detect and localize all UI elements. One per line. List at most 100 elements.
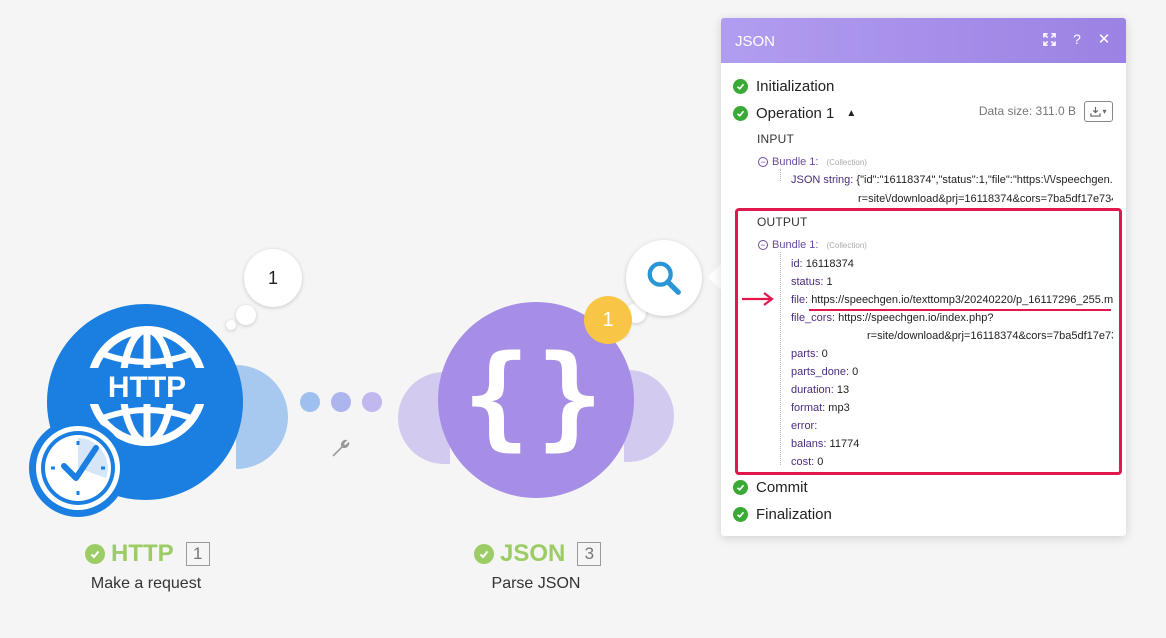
bundle-type: (Collection) xyxy=(826,157,867,167)
connection-dot xyxy=(362,392,382,412)
check-icon xyxy=(85,544,105,564)
json-module-subtitle: Parse JSON xyxy=(491,575,581,592)
json-module-title: JSON 3 xyxy=(474,540,602,568)
collapse-icon[interactable]: − xyxy=(758,157,768,167)
close-icon[interactable]: ✕ xyxy=(1094,29,1114,49)
output-field-file-cors-cont: r=site/download&prj=16118374&cors=7ba5df… xyxy=(867,330,1113,342)
bubble-tail-medium xyxy=(236,305,256,325)
field-value: https://speechgen.io/texttomp3/20240220/… xyxy=(811,294,1113,306)
expand-icon[interactable] xyxy=(1039,29,1059,49)
tree-connector xyxy=(780,169,781,181)
field-key: cost: xyxy=(791,456,815,468)
operations-count: 1 xyxy=(602,308,614,331)
http-module-handle[interactable] xyxy=(236,365,288,469)
output-field-cost: cost: 0 xyxy=(791,456,1111,468)
module-id: 3 xyxy=(577,542,602,566)
panel-title: JSON xyxy=(735,33,776,50)
output-field-duration: duration: 13 xyxy=(791,384,1111,396)
module-id: 1 xyxy=(185,542,210,566)
operations-count-badge[interactable]: 1 xyxy=(584,296,632,344)
stage-label: Finalization xyxy=(756,506,832,523)
download-button[interactable]: ▾ xyxy=(1084,101,1113,122)
field-value: r=site/download&prj=16118374&cors=7ba5df… xyxy=(867,330,1113,342)
field-value: 0 xyxy=(817,456,824,468)
output-bundle[interactable]: − Bundle 1: (Collection) xyxy=(758,239,867,251)
search-icon xyxy=(647,261,681,295)
collapse-icon[interactable]: − xyxy=(758,240,768,250)
file-underline xyxy=(809,309,1111,311)
field-value: 11774 xyxy=(829,438,860,450)
output-field-id: id: 16118374 xyxy=(791,258,1111,270)
panel-header: JSON ? ✕ xyxy=(721,18,1126,63)
check-icon xyxy=(733,480,748,495)
download-icon xyxy=(1090,106,1102,117)
field-value: 13 xyxy=(836,384,850,396)
tree-connector xyxy=(780,252,781,465)
inspect-bubble[interactable] xyxy=(626,240,702,316)
output-field-parts-done: parts_done: 0 xyxy=(791,366,1111,378)
bubble-tail-small xyxy=(226,320,236,330)
field-value: 1 xyxy=(826,276,833,288)
check-icon xyxy=(733,507,748,522)
check-icon xyxy=(474,544,494,564)
stage-label: Operation 1 xyxy=(756,105,835,122)
check-icon xyxy=(733,79,748,94)
connection-dot xyxy=(300,392,320,412)
clock-icon[interactable] xyxy=(28,418,128,518)
collapse-arrow-icon[interactable]: ▲ xyxy=(846,108,856,119)
http-module-title: HTTP 1 xyxy=(85,540,210,568)
field-value: r=site\/download&prj=16118374&cors=7ba5d… xyxy=(858,193,1113,205)
chevron-down-icon: ▾ xyxy=(1102,107,1107,116)
operations-count-bubble[interactable]: 1 xyxy=(244,249,302,307)
field-value: 16118374 xyxy=(805,258,854,270)
field-key: duration: xyxy=(791,384,834,396)
module-name: HTTP xyxy=(111,540,174,567)
output-field-file-cors: file_cors: https://speechgen.io/index.ph… xyxy=(791,312,1113,324)
stage-finalization[interactable]: Finalization xyxy=(733,506,832,523)
check-icon xyxy=(733,106,748,121)
panel-pointer xyxy=(708,264,721,290)
field-key: id: xyxy=(791,258,803,270)
field-key: JSON string: xyxy=(791,174,854,186)
field-value: 0 xyxy=(852,366,859,378)
arrow-right-icon xyxy=(742,292,774,306)
json-string-line1: JSON string: {"id":"16118374","status":1… xyxy=(791,174,1113,186)
json-inspector-panel: JSON ? ✕ Initialization Operation 1 ▲ Da… xyxy=(721,18,1126,536)
field-value: 0 xyxy=(821,348,828,360)
field-key: file: xyxy=(791,294,809,306)
svg-text:HTTP: HTTP xyxy=(108,371,186,404)
field-key: error: xyxy=(791,420,818,432)
field-key: parts: xyxy=(791,348,819,360)
field-value: mp3 xyxy=(828,402,850,414)
output-label: OUTPUT xyxy=(757,215,808,229)
input-bundle[interactable]: − Bundle 1: (Collection) xyxy=(758,156,867,168)
module-name: JSON xyxy=(500,540,566,567)
http-module-subtitle: Make a request xyxy=(90,575,202,592)
field-key: balans: xyxy=(791,438,827,450)
field-value: {"id":"16118374","status":1,"file":"http… xyxy=(856,174,1113,186)
output-field-file: file: https://speechgen.io/texttomp3/202… xyxy=(791,294,1113,306)
output-field-balans: balans: 11774 xyxy=(791,438,1111,450)
json-string-line2: r=site\/download&prj=16118374&cors=7ba5d… xyxy=(858,193,1113,205)
bundle-label: Bundle 1: xyxy=(772,239,819,251)
data-size: Data size: 311.0 B xyxy=(978,104,1076,118)
output-field-format: format: mp3 xyxy=(791,402,1111,414)
output-field-status: status: 1 xyxy=(791,276,1111,288)
field-value: https://speechgen.io/index.php? xyxy=(838,312,994,324)
stage-initialization[interactable]: Initialization xyxy=(733,78,834,95)
stage-label: Commit xyxy=(756,479,808,496)
stage-operation[interactable]: Operation 1 ▲ xyxy=(733,105,856,122)
bundle-type: (Collection) xyxy=(826,240,867,250)
field-key: format: xyxy=(791,402,826,414)
stage-label: Initialization xyxy=(756,78,835,95)
stage-commit[interactable]: Commit xyxy=(733,479,808,496)
braces-icon: {} xyxy=(462,332,610,462)
field-key: status: xyxy=(791,276,824,288)
bundle-label: Bundle 1: xyxy=(772,156,819,168)
input-label: INPUT xyxy=(757,132,794,146)
output-field-parts: parts: 0 xyxy=(791,348,1111,360)
help-icon[interactable]: ? xyxy=(1067,29,1087,49)
wrench-icon[interactable] xyxy=(329,436,353,460)
connection-dot xyxy=(331,392,351,412)
field-key: parts_done: xyxy=(791,366,850,378)
